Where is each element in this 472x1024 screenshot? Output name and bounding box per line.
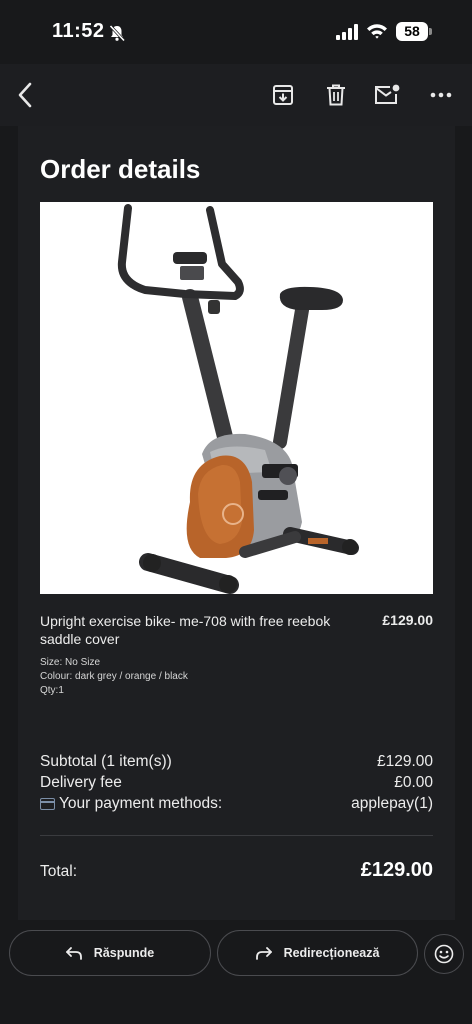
trash-icon[interactable] [323,82,349,108]
product-image[interactable] [40,202,433,594]
more-horizontal-icon[interactable] [428,82,454,108]
forward-label: Redirecționează [283,946,380,960]
mark-unread-icon[interactable] [374,82,400,108]
product-colour: Colour: dark grey / orange / black [40,671,188,682]
credit-card-icon [40,798,55,810]
order-title: Order details [40,154,201,184]
reply-label: Răspunde [93,946,155,960]
reply-button[interactable]: Răspunde [9,930,211,976]
payment-methods-value: applepay(1) [351,795,433,812]
total-value: £129.00 [360,859,433,881]
product-price: £129.00 [382,612,433,628]
smiley-icon [434,944,454,964]
cellular-signal-icon [336,24,358,40]
bell-slash-icon [109,24,126,42]
emoji-reaction-button[interactable] [424,934,464,974]
battery-tip [429,28,432,35]
battery-level: 58 [396,22,428,41]
delivery-value: £0.00 [394,774,433,791]
battery-icon: 58 [396,22,432,41]
archive-icon[interactable] [270,82,296,108]
forward-arrow-icon [255,947,272,960]
chevron-left-icon[interactable] [12,82,38,108]
wifi-icon [367,24,387,39]
reply-arrow-icon [65,947,82,960]
order-details-card: Order details Upright exercise bike- me-… [18,126,455,920]
delivery-label: Delivery fee [40,774,122,791]
total-label: Total: [40,863,78,880]
summary-divider [40,835,433,836]
subtotal-value: £129.00 [376,753,433,770]
forward-button[interactable]: Redirecționează [217,930,418,976]
payment-methods-row: Your payment methods: [40,795,222,813]
subtotal-label: Subtotal (1 item(s)) [40,753,172,770]
product-size: Size: No Size [40,657,101,668]
email-toolbar [0,64,472,126]
product-quantity: Qty:1 [40,685,64,696]
status-bar: 11:52 58 [0,0,472,64]
payment-methods-label: Your payment methods: [59,795,223,812]
product-name[interactable]: Upright exercise bike- me-708 with free … [40,612,350,648]
status-time: 11:52 [52,20,105,42]
